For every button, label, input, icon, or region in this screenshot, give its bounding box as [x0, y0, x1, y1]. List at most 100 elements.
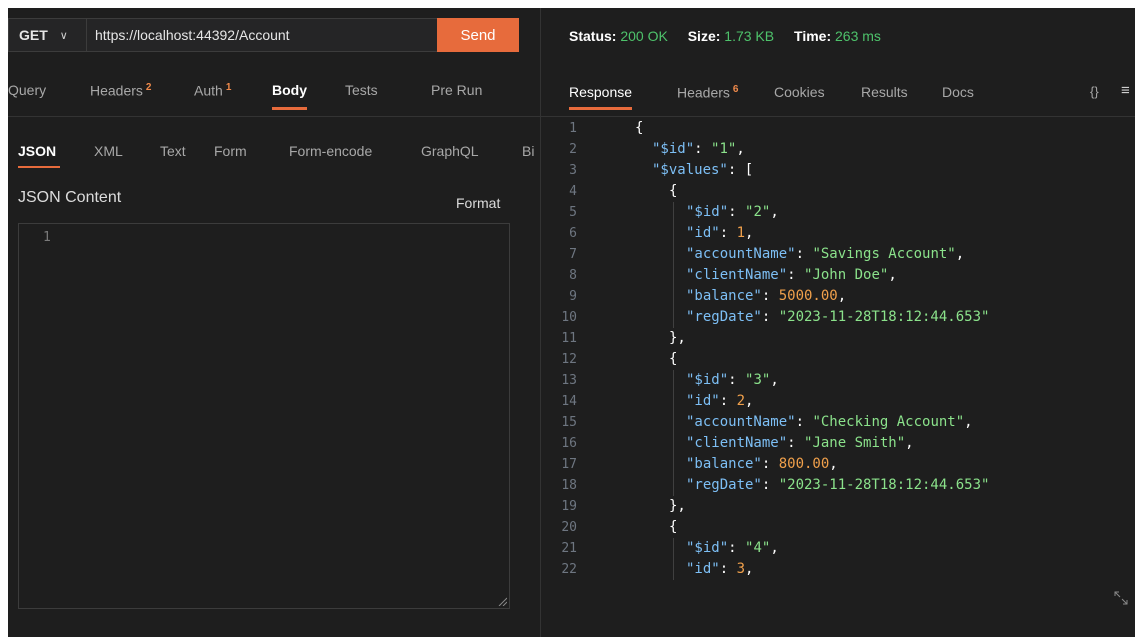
code-token: , [770, 540, 779, 556]
code-token: "$id" [686, 540, 729, 556]
braces-icon[interactable]: {} [1090, 84, 1099, 99]
chevron-down-icon: ∨ [59, 29, 68, 42]
tab-pre-run[interactable]: Pre Run [431, 82, 482, 98]
line-number: 21 [561, 541, 577, 556]
indent-guide [673, 538, 674, 559]
code-token: : [761, 456, 779, 472]
response-body-viewer[interactable]: 1{2 "$id": "1", 3 "$values": [4{5 "$id": "2"… [541, 115, 1135, 637]
code-text: "accountName": "Checking Account", [686, 412, 973, 433]
time-label: Time: [794, 28, 832, 44]
line-number: 18 [561, 478, 577, 493]
tab-response-headers-badge: 6 [732, 84, 739, 95]
code-line: 21 "$id": "4", [541, 538, 1135, 559]
line-number: 3 [569, 163, 577, 178]
indent-guide [673, 559, 674, 580]
format-button[interactable]: Format [456, 195, 500, 211]
tab-cookies[interactable]: Cookies [774, 84, 825, 100]
code-text: }, [669, 496, 686, 517]
code-text: "id": 3, [686, 559, 753, 580]
code-text: "clientName": "John Doe", [686, 265, 897, 286]
body-tab-graphql[interactable]: GraphQL [421, 143, 479, 159]
code-token: "balance" [686, 288, 762, 304]
tab-results[interactable]: Results [861, 84, 908, 100]
thunder-client-window: GET ∨ Send Query Headers2 Auth1 Body Tes… [8, 8, 1135, 637]
tab-response-headers[interactable]: Headers 6 [677, 84, 738, 101]
url-input[interactable] [95, 19, 435, 51]
code-text: "regDate": "2023-11-28T18:12:44.653" [686, 307, 989, 328]
tab-auth[interactable]: Auth 1 [194, 82, 231, 99]
code-token: , [770, 204, 779, 220]
code-line: 16 "clientName": "Jane Smith", [541, 433, 1135, 454]
code-token: : [ [727, 162, 754, 178]
body-tab-text[interactable]: Text [160, 143, 186, 159]
line-number: 19 [561, 499, 577, 514]
line-number: 9 [569, 289, 577, 304]
code-token: { [669, 183, 678, 199]
line-number: 7 [569, 247, 577, 262]
line-number: 1 [569, 121, 577, 136]
code-token: , [736, 141, 745, 157]
code-token: : [728, 372, 746, 388]
json-body-editor[interactable]: 1 [18, 223, 510, 609]
tab-query[interactable]: Query [8, 82, 46, 98]
indent-guide [673, 433, 674, 454]
indent-guide [673, 391, 674, 412]
time-value: 263 ms [835, 28, 881, 44]
indent-guide [673, 307, 674, 328]
tab-response[interactable]: Response [569, 84, 633, 110]
line-number: 12 [561, 352, 577, 367]
response-status-row: Status: 200 OK Size: 1.73 KB Time: 263 m… [569, 28, 897, 44]
code-text: "$id": "1", [652, 139, 745, 160]
tab-auth-label: Auth [194, 82, 223, 99]
indent-guide [673, 244, 674, 265]
tab-docs[interactable]: Docs [942, 84, 974, 100]
code-text: { [669, 349, 677, 370]
code-token: : [719, 393, 737, 409]
code-token: , [745, 393, 754, 409]
code-token: "4" [745, 540, 771, 556]
indent-guide [673, 370, 674, 391]
code-token: , [837, 288, 847, 304]
code-token: "John Doe" [804, 267, 889, 283]
code-token: : [795, 414, 813, 430]
body-tab-xml[interactable]: XML [94, 143, 123, 159]
expand-icon[interactable] [1113, 590, 1129, 606]
code-line: 18 "regDate": "2023-11-28T18:12:44.653" [541, 475, 1135, 496]
body-tab-form[interactable]: Form [214, 143, 247, 159]
code-token: : [719, 561, 737, 577]
code-token: "$id" [686, 204, 729, 220]
code-token: : [761, 477, 779, 493]
code-token: { [635, 120, 644, 136]
menu-icon[interactable]: ≡ [1121, 82, 1130, 99]
tab-tests[interactable]: Tests [345, 82, 378, 98]
body-tab-json[interactable]: JSON [18, 143, 61, 168]
tab-body[interactable]: Body [272, 82, 307, 110]
line-number: 2 [569, 142, 577, 157]
tab-headers[interactable]: Headers 2 [90, 82, 151, 99]
code-text: "$id": "4", [686, 538, 779, 559]
code-token: "clientName" [686, 267, 788, 283]
method-select[interactable]: GET ∨ [9, 19, 87, 51]
code-token: , [888, 267, 897, 283]
code-token: , [955, 246, 965, 262]
tab-body-label: Body [272, 82, 307, 98]
code-line: 7 "accountName": "Savings Account", [541, 244, 1135, 265]
code-text: "id": 1, [686, 223, 753, 244]
size-value: 1.73 KB [724, 28, 775, 44]
json-content-label: JSON Content [18, 189, 122, 206]
body-tab-form-encode[interactable]: Form-encode [289, 143, 372, 159]
tab-results-label: Results [861, 84, 908, 100]
indent-guide [673, 475, 674, 496]
code-line: 4{ [541, 181, 1135, 202]
code-line: 1{ [541, 118, 1135, 139]
indent-guide [673, 454, 674, 475]
code-token: , [745, 561, 754, 577]
resize-grip-icon[interactable] [497, 596, 507, 606]
code-text: "$values": [ [652, 160, 753, 181]
body-tab-binary[interactable]: Bi [522, 143, 534, 159]
code-token: : [761, 288, 779, 304]
body-type-tabs: JSON XML Text Form Form-encode GraphQL B… [8, 116, 540, 178]
line-number: 16 [561, 436, 577, 451]
code-line: 2 "$id": "1", [541, 139, 1135, 160]
send-button[interactable]: Send [437, 18, 519, 52]
